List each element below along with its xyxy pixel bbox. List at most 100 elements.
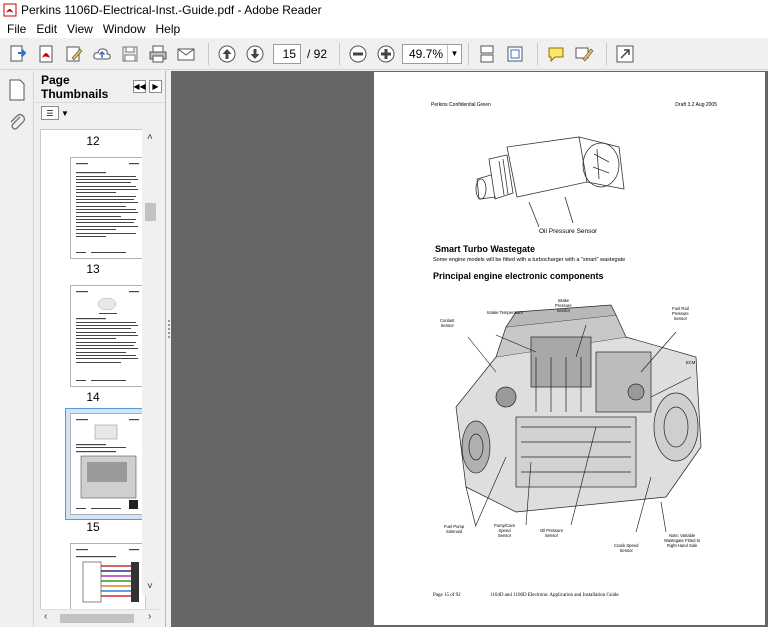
label-pump-cam: Pump/Cam Speed Sensor (494, 523, 515, 538)
save-icon (122, 46, 138, 61)
label-fuel-rail: Fuel Rail Pressure Sensor (672, 306, 689, 321)
thumbnail-horizontal-scrollbar[interactable]: ‹ › (40, 609, 159, 626)
heading-principal-components: Principal engine electronic components (433, 271, 604, 281)
expand-panel-button[interactable]: ▶ (149, 80, 162, 93)
toolbar-separator (606, 42, 608, 65)
page-footer-right: 1104D and 1106D Electronic Application a… (490, 593, 619, 598)
chevron-left-icon[interactable]: ‹ (44, 611, 47, 622)
options-menu-icon[interactable]: ☰ (41, 106, 59, 120)
label-crank-speed: Crank Speed Sensor (614, 543, 639, 553)
minus-circle-icon (349, 45, 367, 62)
arrow-up-icon (218, 45, 236, 62)
title-bar: Perkins 1106D-Electrical-Inst.-Guide.pdf… (0, 0, 768, 19)
thumbnail-list: 12 13 14 15 (40, 129, 146, 613)
label-intake-pressure: Intake Pressure Sensor (555, 298, 572, 313)
label-oil-pressure: Oil Pressure Sensor (540, 528, 564, 538)
adobe-reader-icon (3, 3, 17, 16)
chevron-down-icon[interactable]: ▼ (447, 44, 461, 63)
toolbar-separator (339, 42, 341, 65)
cloud-icon (93, 47, 111, 59)
thumbnail-page-number: 14 (86, 390, 100, 404)
engine-diagram (455, 304, 702, 533)
scroll-mode-icon (480, 45, 494, 62)
scrolling-mode-button[interactable] (475, 42, 499, 66)
plus-circle-icon (377, 45, 395, 62)
thumbnails-header: Page Thumbnails ◀◀ ▶ (35, 71, 165, 103)
page-header-right: Draft 3.2 Aug 2005 (675, 102, 717, 108)
menu-bar: File Edit View Window Help (0, 19, 768, 38)
fit-page-icon (507, 46, 523, 61)
arrow-down-icon (246, 45, 264, 62)
menu-edit[interactable]: Edit (31, 22, 62, 36)
label-intake-temperature: Intake Temperature (487, 310, 524, 315)
menu-help[interactable]: Help (151, 22, 186, 36)
thumbnail-page-14[interactable] (70, 285, 145, 387)
label-variable-wastegate-note: Note: Variable Wastegate Fitted to Right… (664, 533, 701, 548)
expand-icon (616, 45, 634, 62)
page-icon (9, 79, 25, 101)
thumbnail-vertical-scrollbar[interactable]: ˄ ˅ (142, 129, 159, 595)
paperclip-icon (10, 113, 26, 130)
toolbar-separator (537, 42, 539, 65)
full-screen-button[interactable] (613, 42, 637, 66)
menu-window[interactable]: Window (98, 22, 151, 36)
print-button[interactable] (146, 42, 170, 66)
page-thumbnails-button[interactable] (4, 77, 30, 103)
thumbnail-text-preview (76, 291, 139, 381)
open-button[interactable] (34, 42, 58, 66)
highlight-button[interactable] (572, 42, 596, 66)
chevron-right-icon[interactable]: › (148, 611, 151, 622)
label-ecm: ECM (686, 360, 696, 365)
create-pdf-button[interactable] (6, 42, 30, 66)
thumbnails-title: Page Thumbnails (41, 72, 109, 101)
scrollbar-thumb[interactable] (145, 203, 156, 221)
envelope-icon (177, 48, 195, 60)
menu-file[interactable]: File (2, 22, 31, 36)
oil-pressure-sensor-drawing (475, 136, 625, 227)
chevron-up-icon[interactable]: ˄ (147, 132, 153, 143)
thumbnail-page-13[interactable] (70, 157, 145, 259)
previous-page-button[interactable] (215, 42, 239, 66)
printer-icon (149, 45, 167, 62)
email-button[interactable] (174, 42, 198, 66)
toolbar-separator (468, 42, 470, 65)
navigation-rail (0, 71, 34, 627)
thumbnail-page-15[interactable] (70, 413, 145, 515)
collapse-panel-button[interactable]: ◀◀ (133, 80, 146, 93)
chevron-down-icon[interactable]: ▼ (61, 109, 69, 118)
page-total: / 92 (307, 46, 328, 61)
thumbnail-engine-preview (76, 419, 139, 509)
page-number-input[interactable]: 15 (273, 43, 301, 64)
document-view[interactable]: Perkins Confidential Green Draft 3.2 Aug… (171, 71, 768, 627)
label-coolant-sensor: Coolant Sensor (440, 318, 455, 328)
thumbnail-page-number: 15 (86, 520, 100, 534)
cloud-button[interactable] (90, 42, 114, 66)
edit-document-icon (66, 46, 83, 61)
menu-view[interactable]: View (62, 22, 98, 36)
scrollbar-thumb[interactable] (60, 614, 134, 623)
zoom-select[interactable]: 49.7% ▼ (402, 43, 463, 64)
comment-button[interactable] (544, 42, 568, 66)
thumbnail-page-number: 13 (86, 262, 100, 276)
zoom-in-button[interactable] (374, 42, 398, 66)
comment-icon (548, 47, 564, 62)
label-fuel-pump: Fuel Pump Solenoid (444, 524, 465, 534)
chevron-down-icon[interactable]: ˅ (147, 581, 153, 592)
attachments-button[interactable] (4, 109, 30, 135)
page-footer-left: Page 15 of 92 (433, 593, 461, 598)
document-page: Perkins Confidential Green Draft 3.2 Aug… (374, 72, 765, 625)
fit-page-button[interactable] (503, 42, 527, 66)
next-page-button[interactable] (243, 42, 267, 66)
heading-smart-turbo: Smart Turbo Wastegate (435, 244, 536, 254)
thumbnail-page-16[interactable] (70, 543, 145, 612)
thumbnails-panel: Page Thumbnails ◀◀ ▶ ☰ ▼ 12 13 14 15 ˄ ˅… (35, 71, 166, 627)
toolbar-separator (208, 42, 209, 65)
save-button[interactable] (118, 42, 142, 66)
window-title: Perkins 1106D-Electrical-Inst.-Guide.pdf… (21, 2, 322, 17)
highlighter-icon (575, 47, 594, 61)
create-pdf-icon (10, 45, 27, 61)
toolbar: 15 / 92 49.7% ▼ (0, 38, 768, 70)
thumbnail-options-row: ☰ ▼ (35, 103, 165, 123)
edit-button[interactable] (62, 42, 86, 66)
zoom-out-button[interactable] (346, 42, 370, 66)
